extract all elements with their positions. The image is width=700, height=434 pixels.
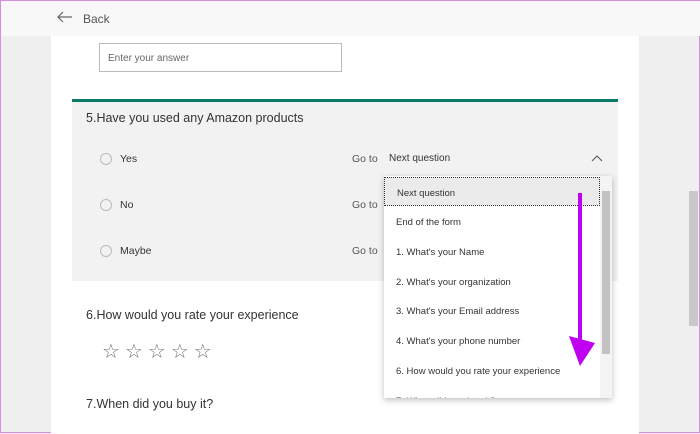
option-label: No — [120, 199, 134, 211]
arrow-left-icon — [57, 11, 73, 26]
star-rating[interactable]: ☆ ☆ ☆ ☆ ☆ — [102, 339, 212, 364]
header-bar: Back — [1, 1, 700, 36]
option-label: Yes — [120, 153, 138, 165]
star-icon[interactable]: ☆ — [148, 339, 166, 364]
goto-label: Go to — [352, 153, 378, 165]
option-no[interactable]: No — [100, 199, 133, 211]
star-icon[interactable]: ☆ — [194, 339, 212, 364]
arrow-down-annotation-icon — [566, 191, 600, 376]
question-5-title: 5.Have you used any Amazon products — [86, 111, 304, 125]
back-button[interactable]: Back — [57, 11, 110, 26]
goto-label: Go to — [352, 245, 378, 257]
goto-label: Go to — [352, 199, 378, 211]
answer-input[interactable]: Enter your answer — [99, 43, 342, 72]
option-maybe[interactable]: Maybe — [100, 245, 152, 257]
star-icon[interactable]: ☆ — [171, 339, 189, 364]
question-7-title: 7.When did you buy it? — [86, 397, 214, 411]
star-icon[interactable]: ☆ — [102, 339, 120, 364]
page-scrollbar-thumb[interactable] — [689, 191, 698, 326]
chevron-up-icon[interactable] — [591, 153, 603, 165]
option-yes[interactable]: Yes — [100, 153, 137, 165]
star-icon[interactable]: ☆ — [125, 339, 143, 364]
question-6-title: 6.How would you rate your experience — [86, 308, 299, 322]
option-label: Maybe — [120, 245, 152, 257]
back-label: Back — [83, 11, 110, 26]
goto-select[interactable]: Next question — [389, 153, 450, 164]
dropdown-item[interactable]: 7. When did you buy it? — [384, 386, 600, 398]
dropdown-scrollbar[interactable] — [600, 176, 612, 398]
radio-icon[interactable] — [100, 153, 112, 165]
radio-icon[interactable] — [100, 199, 112, 211]
radio-icon[interactable] — [100, 245, 112, 257]
dropdown-scroll-thumb[interactable] — [602, 191, 610, 354]
